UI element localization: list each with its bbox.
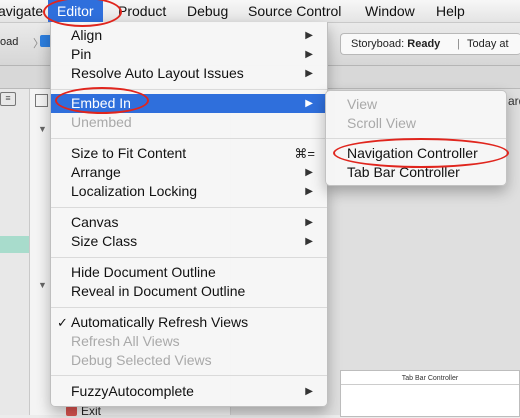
menu-item-label: Embed In xyxy=(71,95,131,111)
status-state: Ready xyxy=(407,38,441,50)
menu-item-label: Navigation Controller xyxy=(347,145,478,161)
menu-separator xyxy=(51,257,327,258)
menu-item-label: Size to Fit Content xyxy=(71,145,187,161)
menu-item-arrange[interactable]: Arrange ▶ xyxy=(51,163,327,182)
scene-divider xyxy=(341,384,519,385)
breadcrumb[interactable]: oad xyxy=(0,36,18,48)
submenu-item-navigation-controller[interactable]: Navigation Controller xyxy=(326,144,506,163)
menu-debug[interactable]: Debug xyxy=(187,3,228,19)
submenu-arrow-icon: ▶ xyxy=(305,68,313,79)
menu-item-pin[interactable]: Pin ▶ xyxy=(51,45,327,64)
menu-item-align[interactable]: Align ▶ xyxy=(51,26,327,45)
submenu-arrow-icon: ▶ xyxy=(305,217,313,228)
menu-item-fuzzy-autocomplete[interactable]: FuzzyAutocomplete ▶ xyxy=(51,382,327,401)
menu-navigate[interactable]: avigate xyxy=(0,3,43,19)
menu-item-label: Arrange xyxy=(71,164,121,180)
menu-item-label: Tab Bar Controller xyxy=(347,164,460,180)
menu-item-label: FuzzyAutocomplete xyxy=(71,383,194,399)
editor-menu: Align ▶ Pin ▶ Resolve Auto Layout Issues… xyxy=(50,22,328,407)
submenu-arrow-icon: ▶ xyxy=(305,386,313,397)
menu-item-size-class[interactable]: Size Class ▶ xyxy=(51,232,327,251)
menu-item-hide-document-outline[interactable]: Hide Document Outline xyxy=(51,263,327,282)
submenu-arrow-icon: ▶ xyxy=(305,167,313,178)
menu-item-label: Reveal in Document Outline xyxy=(71,283,246,299)
submenu-item-tab-bar-controller[interactable]: Tab Bar Controller xyxy=(326,163,506,182)
menu-item-label: Canvas xyxy=(71,214,119,230)
submenu-arrow-icon: ▶ xyxy=(305,98,313,109)
menu-item-label: Hide Document Outline xyxy=(71,264,216,280)
menu-item-label: Localization Locking xyxy=(71,183,198,199)
menu-item-unembed: Unembed xyxy=(51,113,327,132)
status-prefix: Storyboad: xyxy=(351,38,408,50)
status-separator: | xyxy=(457,38,460,50)
menu-item-label: Pin xyxy=(71,46,92,62)
menu-item-label: Size Class xyxy=(71,233,138,249)
grid-icon[interactable] xyxy=(35,94,48,107)
menu-item-debug-selected-views: Debug Selected Views xyxy=(51,351,327,370)
menu-separator xyxy=(51,89,327,90)
activity-status-bar: Storyboad: Ready | Today at xyxy=(340,33,520,55)
menu-item-label: Debug Selected Views xyxy=(71,352,212,368)
speech-bubble-icon[interactable]: ≡ xyxy=(0,92,16,106)
menu-item-label: Resolve Auto Layout Issues xyxy=(71,65,244,81)
menu-item-reveal-in-document-outline[interactable]: Reveal in Document Outline xyxy=(51,282,327,301)
submenu-item-scroll-view: Scroll View xyxy=(326,114,506,133)
menu-item-resolve-auto-layout[interactable]: Resolve Auto Layout Issues ▶ xyxy=(51,64,327,83)
menu-item-localization-locking[interactable]: Localization Locking ▶ xyxy=(51,182,327,201)
menu-item-automatically-refresh-views[interactable]: ✓ Automatically Refresh Views xyxy=(51,313,327,332)
menu-window[interactable]: Window xyxy=(365,3,415,19)
menu-item-label: Scroll View xyxy=(347,115,416,131)
submenu-arrow-icon: ▶ xyxy=(305,49,313,60)
submenu-item-view: View xyxy=(326,95,506,114)
submenu-arrow-icon: ▶ xyxy=(305,236,313,247)
canvas-fragment-label: ard xyxy=(508,94,520,108)
scene-title: Tab Bar Controller xyxy=(401,375,459,382)
navigator-selected-row[interactable] xyxy=(0,236,29,253)
embed-in-submenu: View Scroll View Navigation Controller T… xyxy=(325,90,507,186)
menu-item-embed-in[interactable]: Embed In ▶ xyxy=(51,94,327,113)
menu-item-size-to-fit[interactable]: Size to Fit Content ⌘= xyxy=(51,144,327,163)
menu-help[interactable]: Help xyxy=(436,3,465,19)
menu-item-label: View xyxy=(347,96,378,112)
menu-item-refresh-all-views: Refresh All Views xyxy=(51,332,327,351)
disclosure-triangle-icon[interactable]: ▼ xyxy=(38,124,47,134)
status-time: Today at xyxy=(467,38,509,50)
menu-item-label: Unembed xyxy=(71,114,132,130)
menu-product[interactable]: Product xyxy=(118,3,166,19)
disclosure-triangle-icon[interactable]: ▼ xyxy=(38,280,47,290)
menu-source-control[interactable]: Source Control xyxy=(248,3,341,19)
menu-bar: avigate Editor Product Debug Source Cont… xyxy=(0,0,520,23)
submenu-arrow-icon: ▶ xyxy=(305,30,313,41)
submenu-arrow-icon: ▶ xyxy=(305,186,313,197)
menu-item-canvas[interactable]: Canvas ▶ xyxy=(51,213,327,232)
menu-separator xyxy=(51,207,327,208)
tab-bar-controller-scene[interactable]: Tab Bar Controller xyxy=(340,370,520,417)
menu-editor[interactable]: Editor xyxy=(48,0,103,22)
checkmark-icon: ✓ xyxy=(57,315,68,330)
menu-item-label: Automatically Refresh Views xyxy=(71,314,249,330)
menu-separator xyxy=(326,138,506,139)
menu-item-label: Align xyxy=(71,27,103,43)
menu-separator xyxy=(51,307,327,308)
menu-separator xyxy=(51,138,327,139)
menu-item-label: Refresh All Views xyxy=(71,333,180,349)
menu-separator xyxy=(51,375,327,376)
keyboard-shortcut: ⌘= xyxy=(294,146,315,161)
